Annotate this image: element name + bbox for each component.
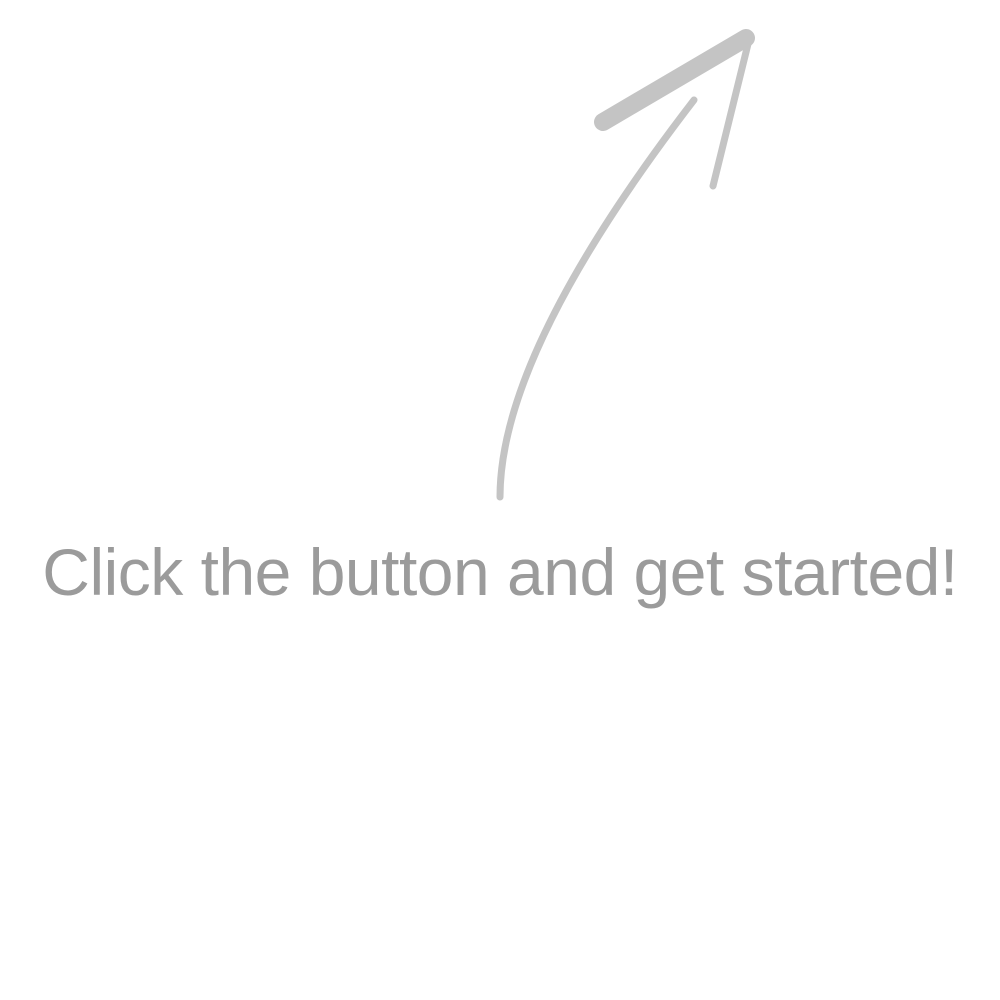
get-started-hint-text: Click the button and get started! <box>42 535 958 609</box>
hand-drawn-arrow-icon <box>496 29 755 501</box>
